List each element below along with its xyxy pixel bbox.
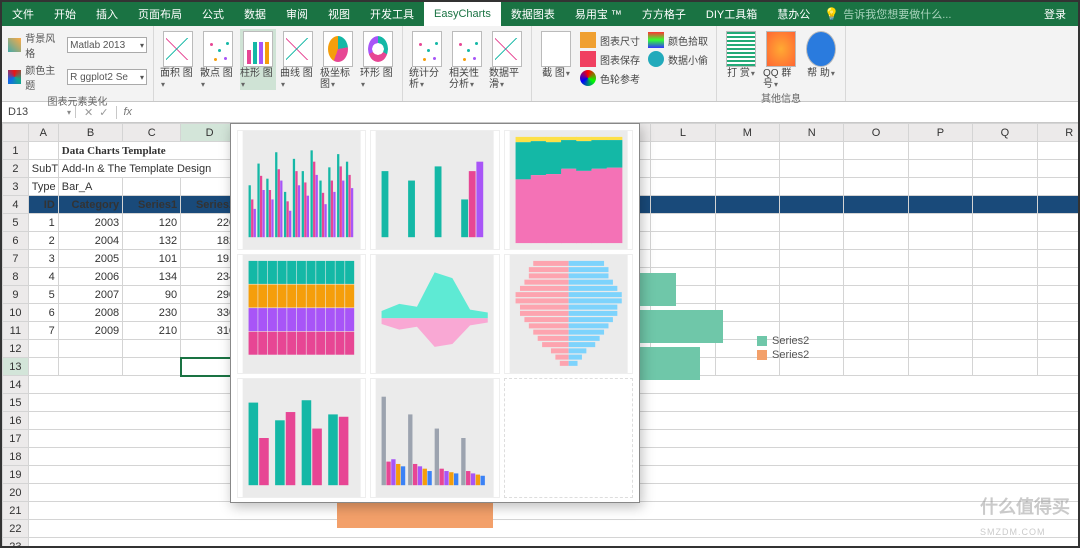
- fx-confirm-icon[interactable]: ✓: [99, 106, 108, 119]
- gallery-item-heatmap[interactable]: [237, 254, 366, 374]
- line-chart-button[interactable]: 曲线 图: [280, 29, 316, 90]
- fx-cancel-icon[interactable]: ✕: [84, 106, 93, 119]
- gallery-item-thin-bars[interactable]: [237, 378, 366, 498]
- chart-save-button[interactable]: 图表保存: [578, 50, 642, 68]
- bg-style-label: 背景风格: [25, 30, 63, 60]
- menu-tab-dev[interactable]: 开发工具: [360, 2, 424, 26]
- bar-chart-button[interactable]: 柱形 图: [240, 29, 276, 90]
- help-icon: [806, 31, 836, 67]
- magnify-icon: [648, 51, 664, 67]
- polar-chart-button[interactable]: 极坐标 图: [320, 29, 356, 90]
- color-wheel-icon: [580, 70, 596, 86]
- color-theme-label: 颜色主题: [25, 62, 63, 92]
- background-style-icon: [8, 38, 21, 52]
- login-button[interactable]: 登录: [1032, 6, 1078, 22]
- help-button[interactable]: 帮 助: [803, 29, 839, 90]
- worksheet-area: ABCDEFGHIJKLMNOPQR 1Data Charts Template…: [2, 123, 1078, 546]
- menu-tab-diy[interactable]: DIY工具箱: [696, 2, 767, 26]
- menu-tab-easycharts[interactable]: EasyCharts: [424, 2, 501, 26]
- menu-tab-formula[interactable]: 公式: [192, 2, 234, 26]
- color-wheel-button[interactable]: 色轮参考: [578, 69, 642, 87]
- qr-icon: [726, 31, 756, 67]
- watermark: 什么值得买SMZDM.COM: [980, 493, 1070, 540]
- menu-tab-view[interactable]: 视图: [318, 2, 360, 26]
- eyedropper-icon: [648, 32, 664, 48]
- scatter-chart-button[interactable]: 散点 图: [200, 29, 236, 90]
- name-box[interactable]: D13: [2, 106, 76, 118]
- stat-analysis-button[interactable]: 统计分 析: [409, 29, 445, 90]
- smoothing-button[interactable]: 数据平 滑: [489, 29, 525, 90]
- formula-bar: D13 ✕ ✓ fx: [2, 102, 1078, 123]
- menu-tab-datachart[interactable]: 数据图表: [501, 2, 565, 26]
- menu-tab-review[interactable]: 审阅: [276, 2, 318, 26]
- gallery-item-pyramid[interactable]: [504, 254, 633, 374]
- menu-tab-home[interactable]: 开始: [44, 2, 86, 26]
- tell-me-hint[interactable]: 告诉我您想要做什么...: [843, 6, 951, 22]
- chart-size-button[interactable]: 图表尺寸: [578, 31, 642, 49]
- formula-input[interactable]: [138, 102, 1078, 122]
- area-chart-button[interactable]: 面积 图: [160, 29, 196, 90]
- menu-tab-insert[interactable]: 插入: [86, 2, 128, 26]
- gallery-item-cluster-bars[interactable]: [237, 130, 366, 250]
- menu-bar: 文件 开始 插入 页面布局 公式 数据 审阅 视图 开发工具 EasyChart…: [2, 2, 1078, 26]
- bg-style-select[interactable]: Matlab 2013: [67, 37, 147, 53]
- menu-tab-fangfang[interactable]: 方方格子: [632, 2, 696, 26]
- fx-icon[interactable]: fx: [117, 106, 138, 118]
- color-theme-icon: [8, 70, 21, 84]
- menu-tab-layout[interactable]: 页面布局: [128, 2, 192, 26]
- color-theme-select[interactable]: R ggplot2 Se: [67, 69, 147, 85]
- ribbon: 背景风格 Matlab 2013 颜色主题 R ggplot2 Se 图表元素美…: [2, 26, 1078, 102]
- data-thief-button[interactable]: 数据小偷: [646, 50, 710, 68]
- menu-tab-huiban[interactable]: 慧办公: [767, 2, 820, 26]
- color-pick-button[interactable]: 颜色拾取: [646, 31, 710, 49]
- gallery-item-diverging-area[interactable]: [370, 254, 499, 374]
- gallery-item-empty: [504, 378, 633, 498]
- save-icon: [580, 51, 596, 67]
- screenshot-button[interactable]: 截 图: [538, 29, 574, 88]
- qq-icon: [766, 31, 796, 67]
- ring-chart-button[interactable]: 环形 图: [360, 29, 396, 90]
- resize-icon: [580, 32, 596, 48]
- chart-legend: Series2 Series2: [757, 333, 809, 363]
- qq-button[interactable]: QQ 群号: [763, 29, 799, 90]
- menu-tab-yiyong[interactable]: 易用宝 ™: [565, 2, 632, 26]
- menu-tab-file[interactable]: 文件: [2, 2, 44, 26]
- lightbulb-icon: 💡: [820, 7, 843, 21]
- donate-button[interactable]: 打 赏: [723, 29, 759, 90]
- menu-tab-data[interactable]: 数据: [234, 2, 276, 26]
- gallery-item-grouped-grey[interactable]: [370, 378, 499, 498]
- chart-gallery-dropdown[interactable]: [230, 123, 640, 503]
- gallery-item-stacked100[interactable]: [504, 130, 633, 250]
- correlation-button[interactable]: 相关性 分析: [449, 29, 485, 90]
- gallery-item-wide-bars[interactable]: [370, 130, 499, 250]
